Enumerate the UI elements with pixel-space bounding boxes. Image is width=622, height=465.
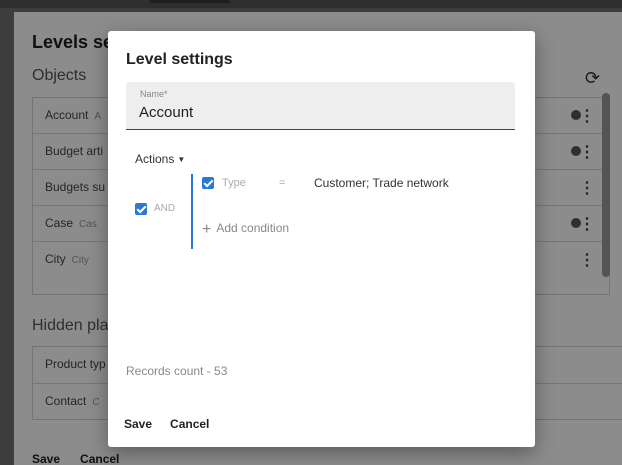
name-field[interactable]: Name* — [126, 82, 515, 130]
group-operator-label[interactable]: AND — [154, 203, 175, 214]
group-checkbox[interactable] — [135, 203, 147, 215]
condition-group-bracket — [191, 174, 193, 249]
dialog-actions: Save Cancel — [124, 417, 227, 431]
name-field-label: Name* — [140, 89, 168, 99]
name-input[interactable] — [139, 104, 499, 121]
save-button[interactable]: Save — [124, 417, 152, 431]
actions-dropdown[interactable]: Actions ▼ — [135, 152, 185, 166]
cancel-button[interactable]: Cancel — [170, 417, 209, 431]
add-condition-label: Add condition — [216, 221, 290, 235]
plus-icon: + — [202, 221, 212, 238]
dialog-title: Level settings — [126, 51, 233, 68]
actions-dropdown-label: Actions — [135, 152, 175, 166]
condition-checkbox[interactable] — [202, 177, 214, 189]
condition-value[interactable]: Customer; Trade network — [314, 176, 449, 190]
condition-field[interactable]: Type — [222, 177, 246, 189]
add-condition-button[interactable]: + Add condition — [202, 221, 289, 239]
records-count: Records count - 53 — [126, 364, 228, 378]
chevron-down-icon: ▼ — [177, 155, 186, 165]
level-settings-dialog: Level settings Name* Actions▼ AND Type =… — [108, 31, 535, 447]
condition-operator[interactable]: = — [279, 177, 285, 189]
